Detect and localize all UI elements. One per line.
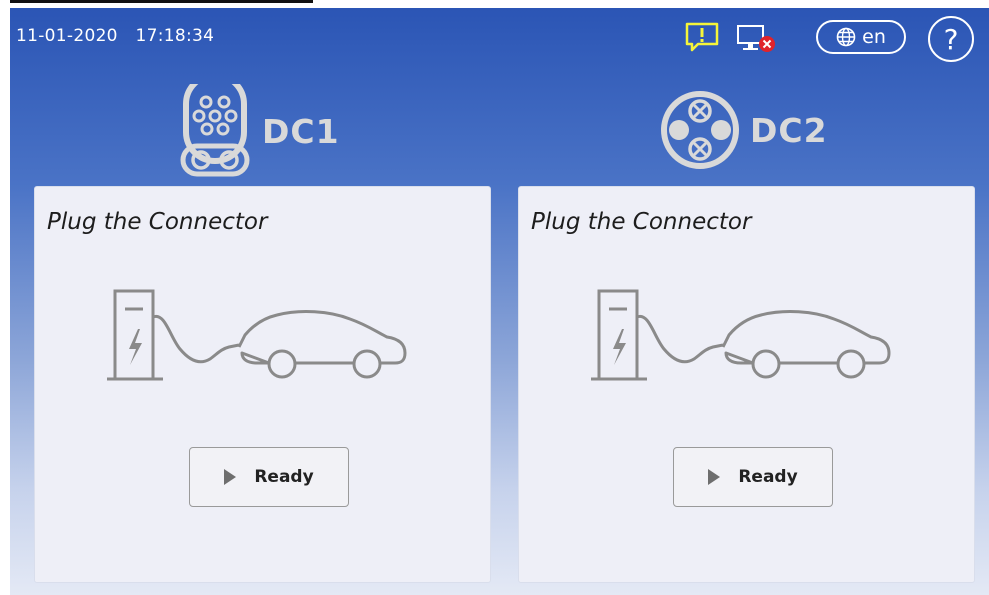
connector-panel-dc1: Plug the Connector Ready bbox=[34, 186, 491, 583]
ready-button-dc1[interactable]: Ready bbox=[189, 447, 349, 507]
top-border-line bbox=[10, 0, 313, 3]
chademo-plug-icon bbox=[661, 91, 739, 169]
language-button[interactable]: en bbox=[816, 20, 906, 54]
ready-button-dc2[interactable]: Ready bbox=[673, 447, 833, 507]
alert-message-icon[interactable] bbox=[684, 22, 720, 52]
ready-label-dc1: Ready bbox=[254, 467, 314, 487]
time-text: 17:18:34 bbox=[135, 26, 215, 46]
connector-header-dc1: DC1 bbox=[178, 84, 340, 178]
date-text: 11-01-2020 bbox=[16, 26, 118, 46]
date-time-display: 11-01-2020 17:18:34 bbox=[16, 26, 214, 46]
ccs-combo-plug-icon bbox=[180, 84, 250, 177]
panel-title-dc1: Plug the Connector bbox=[47, 209, 268, 235]
help-button[interactable]: ? bbox=[928, 16, 974, 62]
connector-header-dc2: DC2 bbox=[660, 88, 828, 172]
language-label: en bbox=[862, 26, 886, 48]
help-icon: ? bbox=[943, 22, 959, 56]
charging-station-car-icon bbox=[591, 289, 891, 381]
ready-label-dc2: Ready bbox=[738, 467, 798, 487]
connector-name-dc1: DC1 bbox=[262, 111, 340, 151]
monitor-disconnected-icon[interactable] bbox=[735, 22, 777, 54]
panel-title-dc2: Plug the Connector bbox=[531, 209, 752, 235]
charging-station-car-icon bbox=[107, 289, 407, 381]
charger-screen: 11-01-2020 17:18:34 en ? DC1 DC2 Plug th… bbox=[10, 8, 989, 595]
globe-icon bbox=[836, 27, 856, 47]
connector-name-dc2: DC2 bbox=[750, 110, 828, 150]
play-icon bbox=[708, 469, 721, 485]
connector-panel-dc2: Plug the Connector Ready bbox=[518, 186, 975, 583]
play-icon bbox=[224, 469, 237, 485]
